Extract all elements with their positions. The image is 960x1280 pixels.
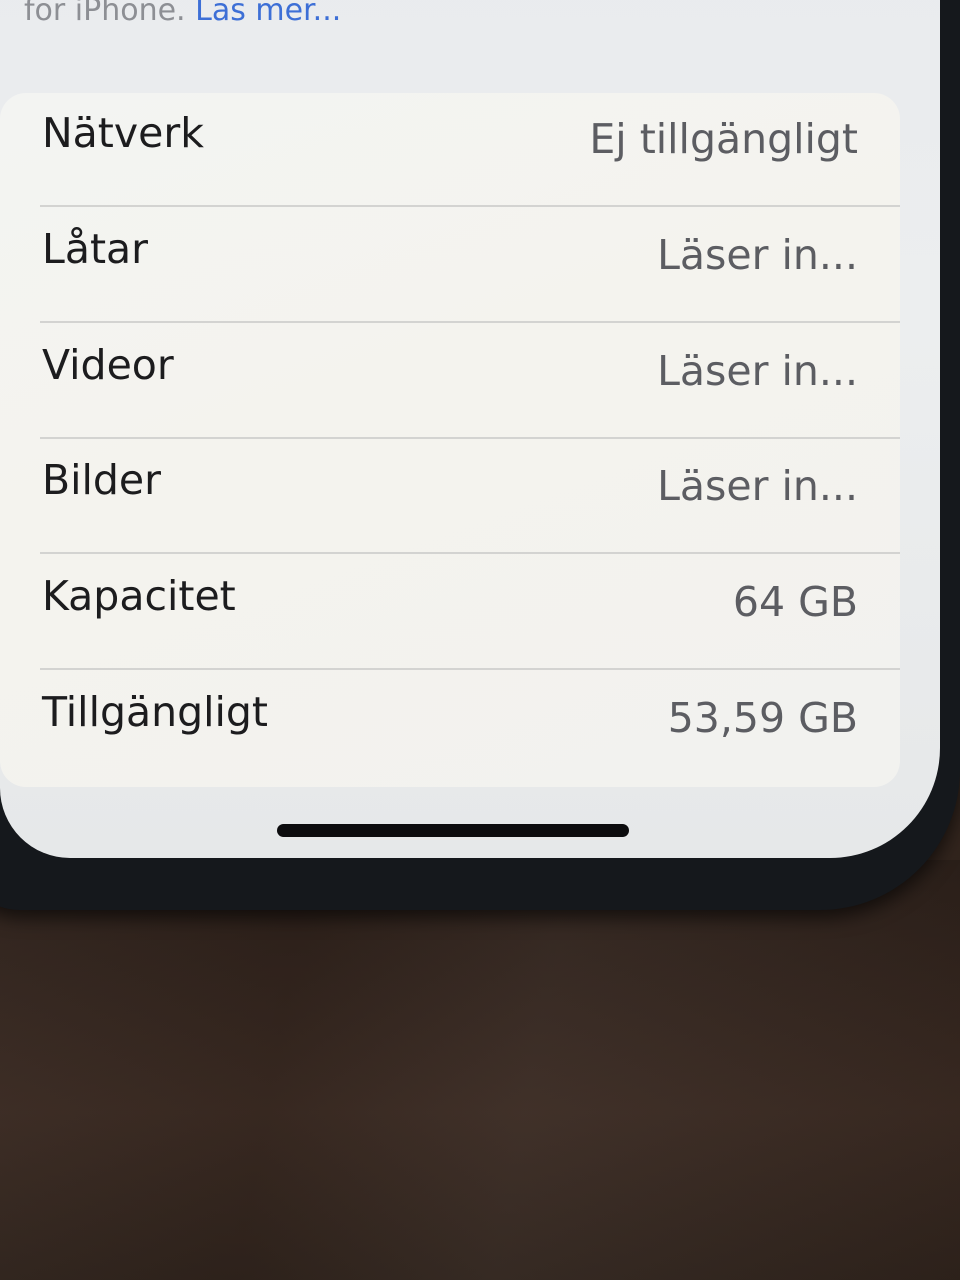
about-info-list: Nätverk Ej tillgängligt Låtar Läser in..… [0,93,900,787]
list-row-network: Nätverk Ej tillgängligt [40,91,900,207]
row-label-network: Nätverk [42,109,204,157]
home-indicator[interactable] [277,824,629,837]
row-label-songs: Låtar [42,225,149,273]
row-label-videos: Videor [42,341,174,389]
row-value-network: Ej tillgängligt [589,115,858,163]
list-row-capacity: Kapacitet 64 GB [40,554,900,670]
row-label-capacity: Kapacitet [42,572,236,620]
row-value-photos: Läser in... [657,462,858,510]
footer-note: för iPhone. Läs mer... [24,0,341,26]
list-row-videos: Videor Läser in... [40,323,900,439]
row-label-photos: Bilder [42,456,162,504]
read-more-link[interactable]: Läs mer... [195,0,341,28]
row-value-capacity: 64 GB [732,578,858,626]
list-row-photos: Bilder Läser in... [40,438,900,554]
row-value-videos: Läser in... [657,347,858,395]
footer-text: för iPhone. [24,0,186,28]
row-label-available: Tillgängligt [42,688,269,736]
phone-screen: för iPhone. Läs mer... Nätverk Ej tillgä… [0,0,940,858]
list-row-songs: Låtar Läser in... [40,207,900,323]
list-row-available: Tillgängligt 53,59 GB [40,670,900,786]
row-value-available: 53,59 GB [667,694,858,742]
table-surface [0,860,960,1280]
row-value-songs: Läser in... [657,231,858,279]
